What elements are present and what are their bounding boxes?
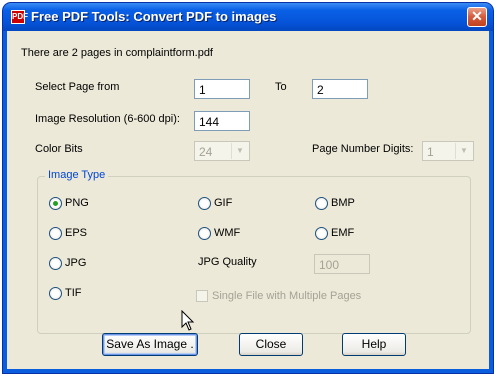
radio-gif[interactable]: [198, 197, 211, 210]
radio-emf-label[interactable]: EMF: [331, 227, 354, 239]
image-type-group-title: Image Type: [45, 169, 109, 181]
close-button[interactable]: Close: [239, 333, 303, 356]
radio-wmf-label[interactable]: WMF: [214, 227, 240, 239]
radio-gif-label[interactable]: GIF: [214, 197, 232, 209]
radio-bmp-label[interactable]: BMP: [331, 197, 355, 209]
page-from-input[interactable]: 1: [194, 79, 250, 99]
jpg-quality-input[interactable]: 100: [314, 254, 370, 274]
radio-jpg-label[interactable]: JPG: [65, 257, 86, 269]
radio-tif-label[interactable]: TIF: [65, 287, 82, 299]
dropdown-arrow-icon[interactable]: ▼: [455, 143, 472, 159]
image-type-group: [37, 176, 471, 334]
jpg-quality-label: JPG Quality: [198, 256, 257, 268]
radio-jpg[interactable]: [49, 257, 62, 270]
page-digits-value: 1: [427, 145, 434, 159]
radio-png-label[interactable]: PNG: [65, 197, 89, 209]
resolution-label: Image Resolution (6-600 dpi):: [35, 113, 180, 125]
radio-emf[interactable]: [315, 227, 328, 240]
color-bits-value: 24: [199, 145, 213, 159]
radio-wmf[interactable]: [198, 227, 211, 240]
radio-png[interactable]: [49, 197, 62, 210]
pdf-app-icon: PDF: [11, 10, 28, 24]
radio-tif[interactable]: [49, 287, 62, 300]
page-from-label: Select Page from: [35, 81, 120, 93]
resolution-input[interactable]: 144: [194, 111, 250, 131]
mouse-cursor-icon: [181, 310, 195, 331]
radio-bmp[interactable]: [315, 197, 328, 210]
dialog-window: PDF Free PDF Tools: Convert PDF to image…: [3, 3, 493, 373]
page-digits-label: Page Number Digits:: [312, 143, 414, 155]
dialog-body: There are 2 pages in complaintform.pdf S…: [7, 31, 489, 369]
window-title: Free PDF Tools: Convert PDF to images: [31, 9, 277, 24]
single-file-label[interactable]: Single File with Multiple Pages: [212, 290, 361, 302]
dropdown-arrow-icon[interactable]: ▼: [231, 143, 248, 159]
radio-eps-label[interactable]: EPS: [65, 227, 87, 239]
page-to-input[interactable]: 2: [312, 79, 368, 99]
help-button[interactable]: Help: [342, 333, 406, 356]
save-as-image-button[interactable]: Save As Image .: [102, 333, 198, 356]
page-to-label: To: [275, 81, 287, 93]
single-file-checkbox[interactable]: [196, 290, 208, 302]
title-bar[interactable]: PDF Free PDF Tools: Convert PDF to image…: [3, 3, 493, 31]
radio-eps[interactable]: [49, 227, 62, 240]
pages-info-text: There are 2 pages in complaintform.pdf: [21, 47, 213, 59]
page-digits-select[interactable]: 1 ▼: [422, 141, 474, 161]
color-bits-select[interactable]: 24 ▼: [194, 141, 250, 161]
color-bits-label: Color Bits: [35, 143, 83, 155]
close-icon[interactable]: ✕: [467, 7, 487, 27]
